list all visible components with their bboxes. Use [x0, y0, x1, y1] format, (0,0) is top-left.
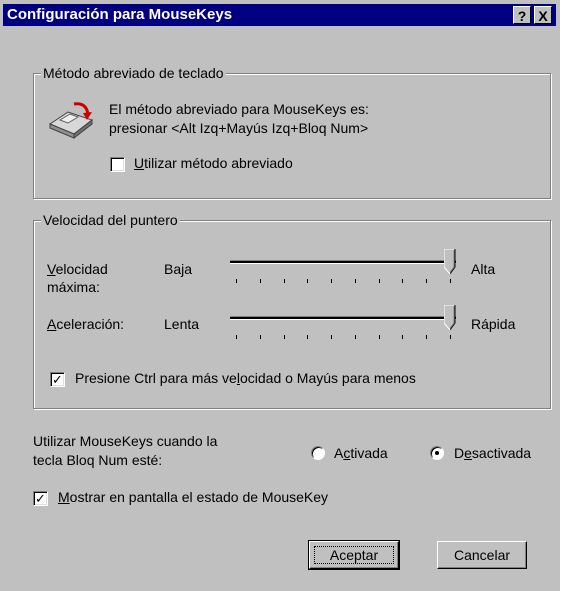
- numlock-on-label[interactable]: Activada: [334, 444, 388, 462]
- numlock-on-label-before: A: [334, 445, 344, 461]
- shortcut-description-line2: presionar <Alt Izq+Mayús Izq+Bloq Num>: [109, 120, 369, 136]
- use-shortcut-checkbox[interactable]: [110, 157, 125, 172]
- acceleration-slider-track: [230, 316, 456, 320]
- numlock-off-label-before: D: [454, 445, 465, 461]
- acceleration-label: Aceleración:: [47, 315, 124, 333]
- acceleration-min-label: Lenta: [164, 316, 200, 332]
- slider-tick: [236, 279, 237, 283]
- use-shortcut-label[interactable]: Utilizar método abreviado: [134, 154, 293, 172]
- cancel-button-label: Cancelar: [453, 547, 511, 563]
- pointer-speed-group: Velocidad del puntero Velocidad máxima: …: [33, 211, 551, 409]
- max-speed-slider[interactable]: [230, 248, 456, 289]
- slider-tick: [450, 335, 451, 339]
- slider-tick: [450, 279, 451, 283]
- ok-button-focus-ring: [314, 546, 394, 564]
- numlock-label-line1: Utilizar MouseKeys cuando la: [33, 433, 218, 449]
- numlock-label-line2: tecla Bloq Num esté:: [33, 452, 163, 468]
- ctrl-shift-speed-label[interactable]: Presione Ctrl para más velocidad o Mayús…: [75, 369, 416, 387]
- numlock-off-label[interactable]: Desactivada: [454, 444, 531, 462]
- ok-button[interactable]: Aceptar: [308, 540, 400, 570]
- check-mark-icon: ✓: [52, 372, 63, 387]
- slider-tick: [355, 279, 356, 283]
- window-title: Configuración para MouseKeys: [7, 6, 233, 23]
- max-speed-label-accelerator: V: [47, 261, 56, 277]
- numlock-off-label-accelerator: e: [464, 445, 472, 461]
- slider-tick: [331, 335, 332, 339]
- slider-tick: [260, 335, 261, 339]
- slider-tick: [402, 335, 403, 339]
- shortcut-group-legend: Método abreviado de teclado: [41, 64, 226, 82]
- close-button[interactable]: X: [534, 6, 552, 24]
- shortcut-group: Método abreviado de teclado El método ab…: [33, 64, 551, 199]
- slider-tick: [307, 335, 308, 339]
- numlock-on-radio[interactable]: [311, 446, 325, 460]
- max-speed-max-label: Alta: [471, 261, 496, 277]
- max-speed-slider-thumb[interactable]: [443, 248, 456, 275]
- acceleration-label-accelerator: A: [47, 316, 57, 332]
- acceleration-slider[interactable]: [230, 304, 456, 345]
- slider-tick: [331, 279, 332, 283]
- acceleration-max-label: Rápida: [471, 316, 516, 332]
- slider-tick: [426, 335, 427, 339]
- use-shortcut-label-accelerator: U: [134, 155, 145, 171]
- show-status-label-accelerator: M: [58, 489, 70, 505]
- numlock-off-label-after: sactivada: [471, 445, 532, 461]
- shortcut-description-line1: El método abreviado para MouseKeys es:: [109, 101, 369, 117]
- slider-tick: [284, 335, 285, 339]
- max-speed-min-label: Baja: [164, 261, 193, 277]
- slider-tick: [379, 279, 380, 283]
- show-status-label[interactable]: Mostrar en pantalla el estado de MouseKe…: [58, 488, 328, 506]
- max-speed-label-line2: máxima:: [47, 279, 100, 295]
- radio-selected-dot: [435, 451, 439, 455]
- max-speed-label-line1: Velocidad: [47, 260, 108, 278]
- numlock-off-radio[interactable]: [430, 446, 444, 460]
- ctrl-shift-label-after: ocidad o Mayús para menos: [239, 370, 416, 386]
- slider-tick: [307, 279, 308, 283]
- acceleration-label-text: celeración:: [56, 316, 125, 332]
- cancel-button[interactable]: Cancelar: [437, 541, 527, 569]
- acceleration-slider-thumb[interactable]: [443, 304, 456, 331]
- show-status-checkbox[interactable]: ✓: [33, 491, 48, 506]
- slider-tick: [426, 279, 427, 283]
- keyboard-shortcut-icon: [48, 96, 94, 140]
- use-shortcut-label-text: tilizar método abreviado: [144, 155, 293, 171]
- numlock-on-label-after: tivada: [350, 445, 388, 461]
- slider-tick: [379, 335, 380, 339]
- check-mark-icon: ✓: [35, 491, 46, 506]
- max-speed-label-text: elocidad: [55, 261, 108, 277]
- slider-tick: [284, 279, 285, 283]
- slider-tick: [402, 279, 403, 283]
- slider-tick: [355, 335, 356, 339]
- slider-tick: [260, 279, 261, 283]
- title-bar[interactable]: Configuración para MouseKeys ? X: [3, 4, 556, 26]
- ctrl-shift-label-before: Presione Ctrl para más ve: [75, 370, 237, 386]
- help-button[interactable]: ?: [513, 6, 531, 24]
- max-speed-slider-track: [230, 260, 456, 264]
- slider-tick: [236, 335, 237, 339]
- show-status-label-text: ostrar en pantalla el estado de MouseKey: [69, 489, 329, 505]
- mousekeys-settings-dialog: Configuración para MouseKeys ? X Método …: [0, 0, 560, 591]
- pointer-speed-group-legend: Velocidad del puntero: [41, 211, 180, 229]
- ctrl-shift-speed-checkbox[interactable]: ✓: [50, 372, 65, 387]
